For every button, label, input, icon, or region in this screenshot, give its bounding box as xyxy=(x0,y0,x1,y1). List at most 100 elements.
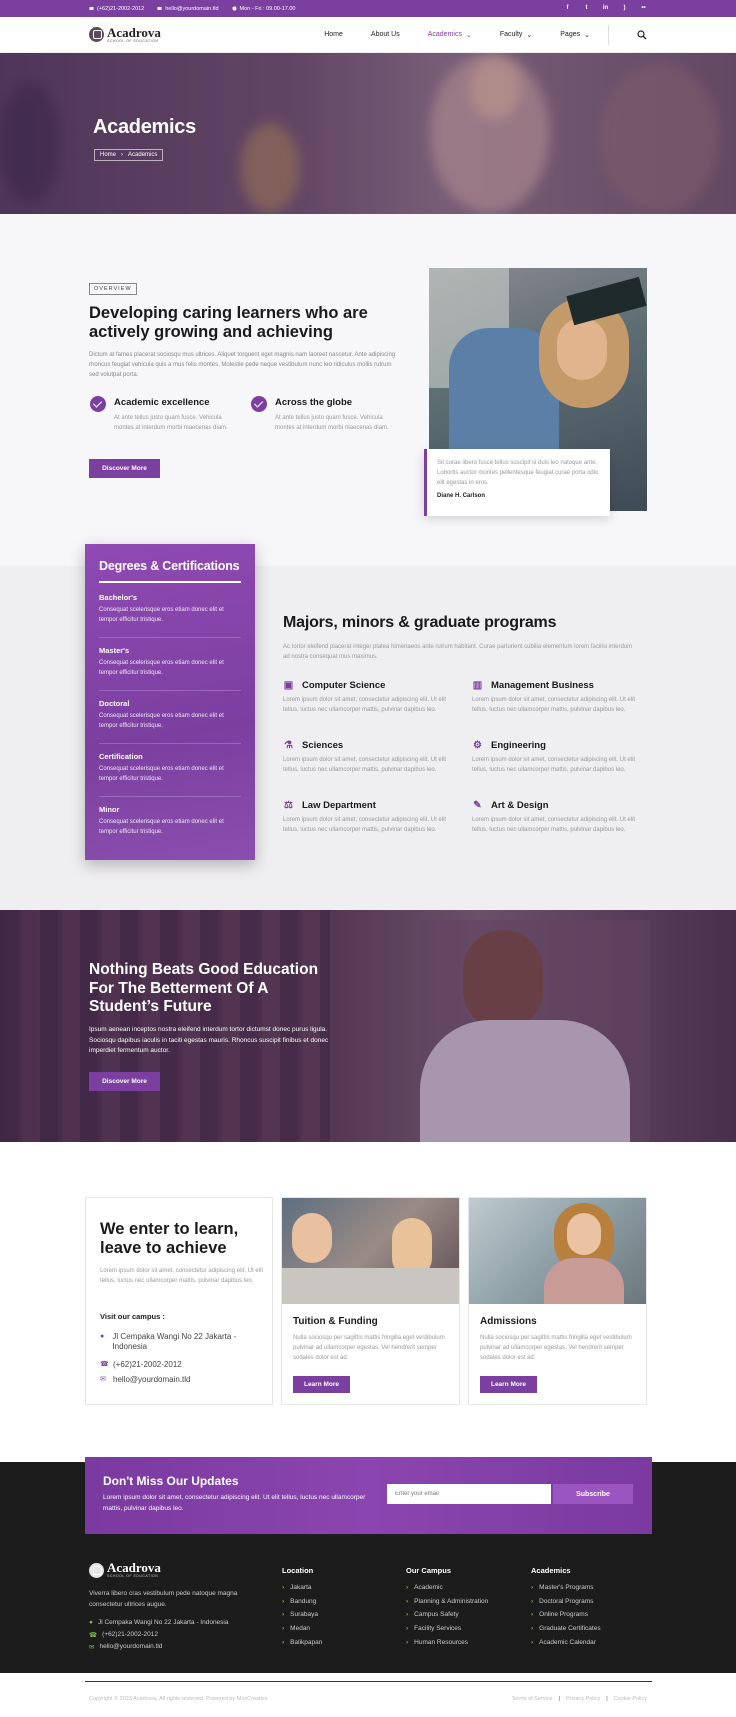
palette-icon: ✎ xyxy=(473,800,482,811)
nav-academics[interactable]: Academics ⌄ xyxy=(428,31,472,39)
footer-logo-name: Acadrova xyxy=(107,1560,161,1575)
footer-link[interactable]: Jakarta xyxy=(282,1584,322,1598)
gears-icon: ⚙ xyxy=(473,740,482,751)
quote-author: Diane H. Carlson xyxy=(437,493,486,499)
discover-more-button[interactable]: Discover More xyxy=(89,459,160,478)
footer-description: Viverra libero cras vestibulum pede nato… xyxy=(89,1590,238,1608)
admissions-learn-more-button[interactable]: Learn More xyxy=(480,1376,537,1393)
nav-faculty[interactable]: Faculty ⌄ xyxy=(500,31,532,39)
footer-link[interactable]: Facility Services xyxy=(406,1625,488,1639)
page-title: Academics xyxy=(93,116,196,138)
admissions-card: Admissions Nulla sociosqu per sagittis m… xyxy=(468,1197,647,1405)
programs-title: Majors, minors & graduate programs xyxy=(283,614,557,631)
footer-col-title: Our Campus xyxy=(406,1566,452,1575)
bar-chart-icon: ▥ xyxy=(472,680,483,691)
newsletter-email-input[interactable] xyxy=(387,1484,551,1504)
footer-col-academics: Academics Master's Programs Doctoral Pro… xyxy=(531,1566,601,1652)
campus-info-card: We enter to learn, leave to achieve Lore… xyxy=(85,1197,273,1405)
mail-icon: ✉ xyxy=(100,1376,106,1383)
footer-col-campus: Our Campus Academic Planning & Administr… xyxy=(406,1566,488,1652)
nav-home[interactable]: Home xyxy=(324,31,343,38)
subscribe-button[interactable]: Subscribe xyxy=(553,1484,633,1504)
footer-link[interactable]: Planning & Administration xyxy=(406,1598,488,1612)
flickr-icon[interactable]: •• xyxy=(640,5,647,12)
logo-mark-icon xyxy=(89,1562,104,1578)
quote-text: Sit curae libero fusce tellus suscipit s… xyxy=(437,460,599,486)
campus-card-text: Lorem ipsum dolor sit amet, consectetur … xyxy=(100,1268,264,1284)
search-button[interactable] xyxy=(637,29,647,40)
footer-link[interactable]: Bandung xyxy=(282,1598,322,1612)
programs-text: Ac tortor eleifend placerat integer plat… xyxy=(283,644,633,660)
overview-text: Dictum at fames placerat sociosqu mus ul… xyxy=(89,352,396,378)
footer-link[interactable]: Surabaya xyxy=(282,1611,322,1625)
admissions-photo xyxy=(469,1198,646,1304)
facebook-icon[interactable]: f xyxy=(564,5,571,12)
site-header: Acadrova SCHOOL OF EDUCATION Home About … xyxy=(0,17,736,53)
footer-link[interactable]: Graduate Certificates xyxy=(531,1625,600,1639)
newsletter-title: Don't Miss Our Updates xyxy=(103,1474,239,1488)
campus-address: ● Jl Cempaka Wangi No 22 Jakarta - Indone… xyxy=(100,1332,237,1351)
footer-col-title: Academics xyxy=(531,1566,571,1575)
tuition-learn-more-button[interactable]: Learn More xyxy=(293,1376,350,1393)
degree-item[interactable]: Minor Consequat scelerisque eros etiam do… xyxy=(99,805,241,857)
topbar: (+62)21-2002-2012 hello@yourdomain.tld M… xyxy=(0,0,736,17)
cta-text: Ipsum aenean inceptos nostra eleifend in… xyxy=(89,1026,329,1054)
cpu-icon: ▣ xyxy=(283,680,294,691)
linkedin-icon[interactable]: in xyxy=(602,5,609,12)
legal-links: Terms of Service | Privacy Policy | Cookie… xyxy=(512,1696,647,1702)
campus-phone[interactable]: ☎ (+62)21-2002-2012 xyxy=(100,1360,182,1370)
rss-icon[interactable]: ) xyxy=(621,5,628,12)
footer-link[interactable]: Academic xyxy=(406,1584,488,1598)
footer-link[interactable]: Balikpapan xyxy=(282,1639,322,1653)
campus-email[interactable]: ✉ hello@yourdomain.tld xyxy=(100,1375,191,1385)
divider xyxy=(99,637,241,638)
divider xyxy=(99,743,241,744)
newsletter-box: Don't Miss Our Updates Lorem ipsum dolor… xyxy=(85,1457,652,1534)
chevron-down-icon: ⌄ xyxy=(526,31,533,39)
twitter-icon[interactable]: t xyxy=(583,5,590,12)
footer-link[interactable]: Online Programs xyxy=(531,1611,601,1625)
chevron-right-icon: › xyxy=(121,152,124,158)
footer-col-location: Location Jakarta Bandung Surabaya Medan … xyxy=(282,1566,322,1652)
logo-mark-icon xyxy=(89,27,104,42)
cookie-link[interactable]: Cookie Policy xyxy=(614,1696,647,1702)
footer-email[interactable]: ✉ hello@yourdomain.tld xyxy=(89,1643,162,1651)
mail-icon xyxy=(157,7,162,10)
footer-link[interactable]: Master's Programs xyxy=(531,1584,601,1598)
overview-badge: OVERVIEW xyxy=(89,283,137,295)
breadcrumb-current: Academics xyxy=(128,152,158,158)
site-logo[interactable]: Acadrova SCHOOL OF EDUCATION xyxy=(89,24,161,43)
tuition-photo xyxy=(282,1198,459,1304)
footer-link[interactable]: Doctoral Programs xyxy=(531,1598,601,1612)
footer-phone[interactable]: ☎ (+62)21-2002-2012 xyxy=(89,1631,158,1639)
terms-link[interactable]: Terms of Service xyxy=(512,1696,553,1702)
photo-face xyxy=(567,1213,601,1255)
degrees-card: Degrees & Certifications Bachelor's Conse… xyxy=(85,544,255,860)
cta-discover-button[interactable]: Discover More xyxy=(89,1072,160,1091)
degrees-underline xyxy=(99,581,241,583)
map-pin-icon: ● xyxy=(89,1619,93,1626)
photo-face xyxy=(557,318,607,380)
feature-title: Across the globe xyxy=(275,397,353,408)
nav-divider xyxy=(608,24,609,45)
social-links: f t in ) •• xyxy=(564,5,647,12)
topbar-email[interactable]: hello@yourdomain.tld xyxy=(157,6,219,12)
nav-pages[interactable]: Pages ⌄ xyxy=(560,31,590,39)
degrees-title: Degrees & Certifications xyxy=(99,559,240,573)
feature-text: At ante tellus justo quam fusce. Vehicul… xyxy=(275,415,389,431)
privacy-link[interactable]: Privacy Policy xyxy=(566,1696,600,1702)
main-nav: Home About Us Academics ⌄ Faculty ⌄ Pages ⌄ xyxy=(324,24,647,45)
footer-divider xyxy=(85,1681,652,1682)
cta-title: Nothing Beats Good Education For The Bet… xyxy=(89,961,319,1015)
topbar-phone[interactable]: (+62)21-2002-2012 xyxy=(89,6,144,12)
logo-tagline: SCHOOL OF EDUCATION xyxy=(107,38,159,43)
footer-link[interactable]: Academic Calendar xyxy=(531,1639,601,1653)
nav-about[interactable]: About Us xyxy=(371,31,400,38)
footer-link[interactable]: Campus Safety xyxy=(406,1611,488,1625)
footer-logo[interactable]: Acadrova SCHOOL OF EDUCATION xyxy=(89,1560,161,1578)
check-badge-icon xyxy=(251,396,267,412)
logo-name: Acadrova xyxy=(107,24,161,40)
breadcrumb-home[interactable]: Home xyxy=(100,152,116,158)
footer-link[interactable]: Medan xyxy=(282,1625,322,1639)
footer-link[interactable]: Human Resources xyxy=(406,1639,488,1653)
